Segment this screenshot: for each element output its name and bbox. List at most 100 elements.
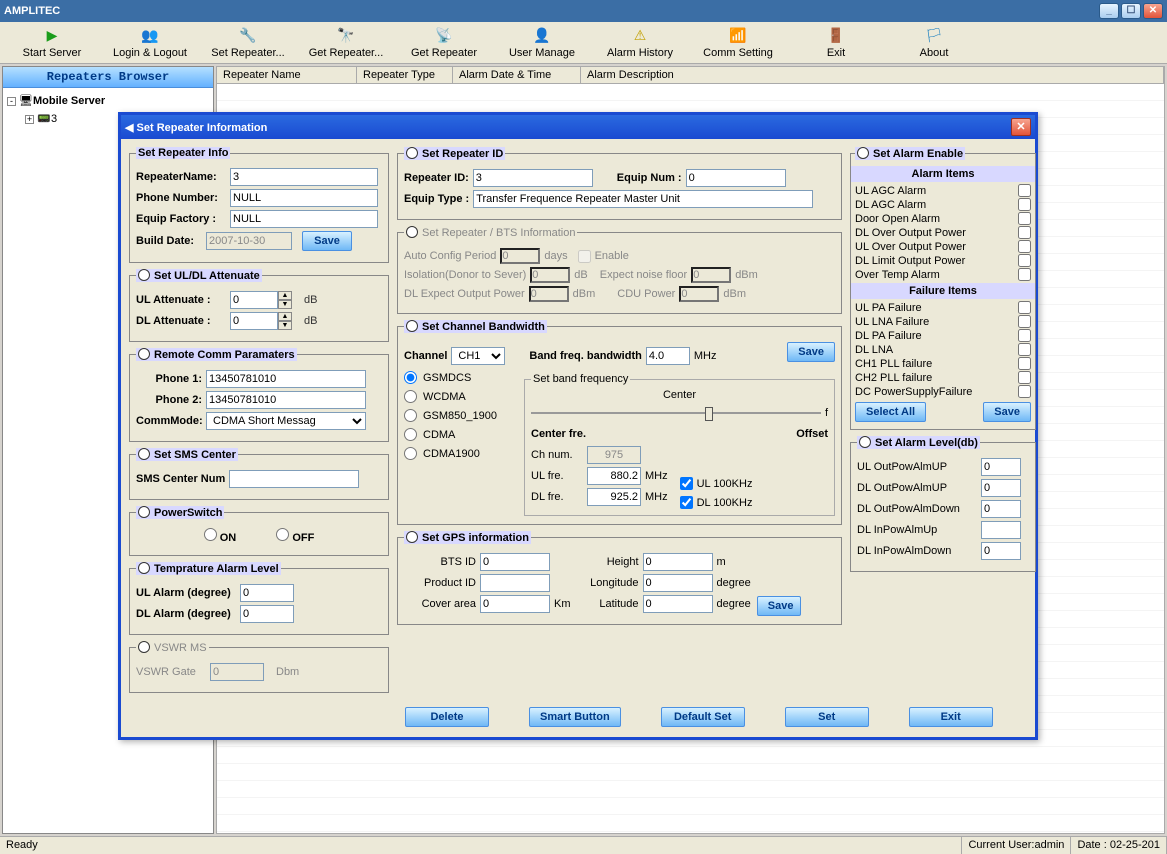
alarm-checkbox[interactable] (1018, 240, 1031, 253)
mode-gsm850_1900[interactable]: GSM850_1900 (404, 409, 514, 422)
product-id-input[interactable] (480, 574, 550, 592)
chbw-save-button[interactable]: Save (787, 342, 835, 362)
ul-temp-input[interactable] (240, 584, 294, 602)
channel-select[interactable]: CH1 (451, 347, 505, 365)
tree-collapser-icon[interactable]: - (7, 97, 16, 106)
alarm-checkbox[interactable] (1018, 343, 1031, 356)
toolbar-get-repeater[interactable]: 📡Get Repeater (398, 23, 490, 63)
alarm-checkbox[interactable] (1018, 254, 1031, 267)
minimize-button[interactable]: _ (1099, 3, 1119, 19)
repeater-id-input[interactable] (473, 169, 593, 187)
alarm-checkbox[interactable] (1018, 357, 1031, 370)
latitude-input[interactable] (643, 595, 713, 613)
dl-temp-input[interactable] (240, 605, 294, 623)
power-off-radio[interactable]: OFF (276, 528, 314, 544)
alarm-level-row: DL InPowAlmDown (857, 542, 1029, 560)
toolbar-label: Start Server (23, 47, 82, 59)
default-set-button[interactable]: Default Set (661, 707, 745, 727)
alarm-checkbox[interactable] (1018, 371, 1031, 384)
alarm-level-input[interactable] (981, 479, 1021, 497)
mode-wcdma[interactable]: WCDMA (404, 390, 514, 403)
ul-att-up[interactable]: ▲ (278, 291, 292, 300)
tree-collapser-icon[interactable]: + (25, 115, 34, 124)
alarm-level-input[interactable] (981, 500, 1021, 518)
toolbar-set-repeater-[interactable]: 🔧Set Repeater... (202, 23, 294, 63)
dl-100khz-chk[interactable]: DL 100KHz (680, 496, 753, 509)
dialog-close-button[interactable]: ✕ (1011, 118, 1031, 136)
col-repeater-type[interactable]: Repeater Type (357, 67, 453, 83)
slider-f-label: f (825, 407, 828, 419)
alarm-level-input[interactable] (981, 458, 1021, 476)
repeater-name-input[interactable] (230, 168, 378, 186)
tree-child[interactable]: 3 (51, 113, 57, 125)
alarm-checkbox[interactable] (1018, 184, 1031, 197)
ul-att-down[interactable]: ▼ (278, 300, 292, 309)
toolbar-get-repeater-[interactable]: 🔭Get Repeater... (300, 23, 392, 63)
toolbar-login-logout[interactable]: 👥Login & Logout (104, 23, 196, 63)
commmode-select[interactable]: CDMA Short Messag (206, 412, 366, 430)
alarm-checkbox[interactable] (1018, 226, 1031, 239)
gps-save-button[interactable]: Save (757, 596, 801, 616)
longitude-input[interactable] (643, 574, 713, 592)
cover-area-input[interactable] (480, 595, 550, 613)
bts-id-label: BTS ID (404, 556, 476, 568)
phone2-label: Phone 2: (136, 394, 202, 406)
center-slider[interactable]: f (531, 401, 828, 425)
phone1-input[interactable] (206, 370, 366, 388)
alarm-ch-pll-failure: CH2 PLL failure (855, 371, 1031, 384)
toolbar-about[interactable]: 🏳About (888, 23, 980, 63)
tree-root[interactable]: Mobile Server (33, 95, 105, 107)
col-repeater-name[interactable]: Repeater Name (217, 67, 357, 83)
toolbar-comm-setting[interactable]: 📶Comm Setting (692, 23, 784, 63)
dle-label: DL Expect Output Power (404, 288, 525, 300)
dl-att-down[interactable]: ▼ (278, 321, 292, 330)
equip-factory-input[interactable] (230, 210, 378, 228)
close-button[interactable]: ✕ (1143, 3, 1163, 19)
ul-att-input[interactable] (230, 291, 278, 309)
power-on-radio[interactable]: ON (204, 528, 237, 544)
toolbar-exit[interactable]: 🚪Exit (790, 23, 882, 63)
sms-num-input[interactable] (229, 470, 359, 488)
maximize-button[interactable]: ☐ (1121, 3, 1141, 19)
col-alarm-desc[interactable]: Alarm Description (581, 67, 1164, 83)
mode-cdma[interactable]: CDMA (404, 428, 514, 441)
equip-num-input[interactable] (686, 169, 786, 187)
iso-input (530, 267, 570, 283)
col-alarm-date[interactable]: Alarm Date & Time (453, 67, 581, 83)
phone2-input[interactable] (206, 391, 366, 409)
mode-gsmdcs[interactable]: GSMDCS (404, 371, 514, 384)
alarm-checkbox[interactable] (1018, 315, 1031, 328)
toolbar-alarm-history[interactable]: ⚠Alarm History (594, 23, 686, 63)
toolbar-start-server[interactable]: ▶Start Server (6, 23, 98, 63)
delete-button[interactable]: Delete (405, 707, 489, 727)
ul-100khz-chk[interactable]: UL 100KHz (680, 477, 753, 490)
alarm-level-input[interactable] (981, 542, 1021, 560)
toolbar-user-manage[interactable]: 👤User Manage (496, 23, 588, 63)
height-input[interactable] (643, 553, 713, 571)
mode-cdma1900[interactable]: CDMA1900 (404, 447, 514, 460)
phone-number-input[interactable] (230, 189, 378, 207)
ul-fre-input[interactable] (587, 467, 641, 485)
save-info-button[interactable]: Save (302, 231, 352, 251)
dl-fre-input[interactable] (587, 488, 641, 506)
alarm-checkbox[interactable] (1018, 385, 1031, 398)
alarm-checkbox[interactable] (1018, 198, 1031, 211)
dialog-titlebar[interactable]: ◀ Set Repeater Information ✕ (121, 115, 1035, 139)
bts-id-input[interactable] (480, 553, 550, 571)
equip-type-input[interactable] (473, 190, 813, 208)
alarm-checkbox[interactable] (1018, 301, 1031, 314)
dl-att-up[interactable]: ▲ (278, 312, 292, 321)
set-button[interactable]: Set (785, 707, 869, 727)
bandwidth-input[interactable] (646, 347, 690, 365)
dl-att-input[interactable] (230, 312, 278, 330)
exit-button[interactable]: Exit (909, 707, 993, 727)
select-all-button[interactable]: Select All (855, 402, 926, 422)
alarm-checkbox[interactable] (1018, 268, 1031, 281)
alarm-checkbox[interactable] (1018, 329, 1031, 342)
alarm-level-input[interactable] (981, 521, 1021, 539)
alarm-save-button[interactable]: Save (983, 402, 1031, 422)
smart-button[interactable]: Smart Button (529, 707, 621, 727)
alarm-over-temp-alarm: Over Temp Alarm (855, 268, 1031, 281)
alarm-checkbox[interactable] (1018, 212, 1031, 225)
grid-header: Repeater Name Repeater Type Alarm Date &… (216, 66, 1165, 84)
